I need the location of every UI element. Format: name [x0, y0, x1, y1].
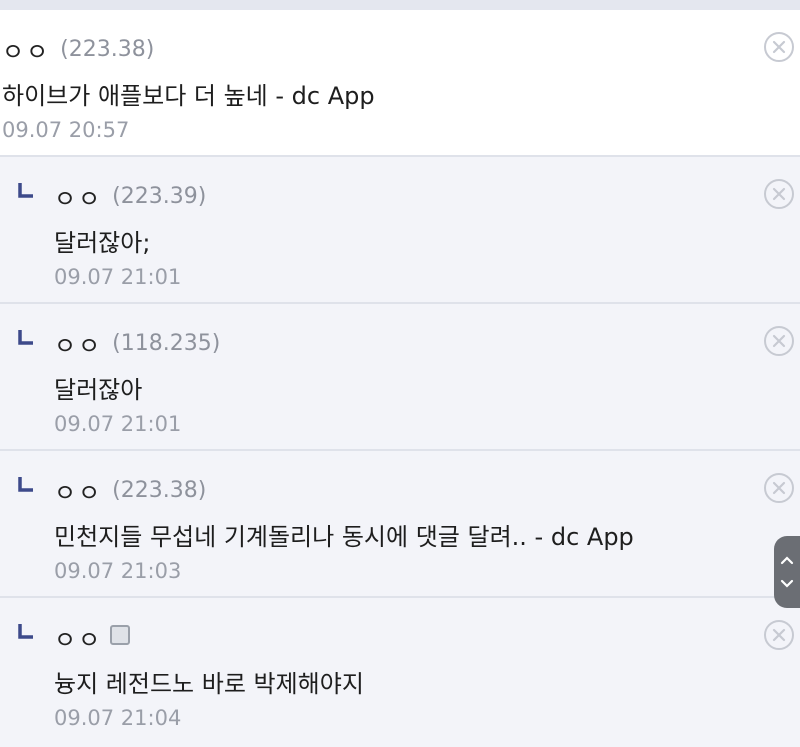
nickname[interactable]: ㅇㅇ	[54, 179, 102, 214]
comment-date: 09.07 21:04	[54, 706, 182, 730]
reply-item: ㅇㅇ 늉지 레전드노 바로 박제해야지 09.07 21:04	[0, 598, 800, 747]
nickname[interactable]: ㅇㅇ	[2, 32, 50, 67]
close-circle-icon[interactable]	[764, 32, 794, 62]
ip-address: (223.38)	[112, 478, 207, 503]
comment-header: ㅇㅇ (223.38)	[54, 473, 206, 508]
ip-address: (223.39)	[112, 184, 207, 209]
scroll-updown-button[interactable]	[774, 536, 800, 608]
comment-date: 09.07 21:01	[54, 265, 182, 289]
ip-address: (223.38)	[60, 37, 155, 62]
comment-header: ㅇㅇ	[54, 620, 131, 655]
comment-date: 09.07 21:03	[54, 559, 182, 583]
ip-address: (118.235)	[112, 331, 221, 356]
nickname[interactable]: ㅇㅇ	[54, 473, 102, 508]
comment-text: 달러잖아;	[54, 229, 151, 257]
comment-date: 09.07 21:01	[54, 412, 182, 436]
reply-item: ㅇㅇ (223.39) 달러잖아; 09.07 21:01	[0, 157, 800, 304]
reply-arrow-icon	[18, 624, 33, 639]
close-circle-icon[interactable]	[764, 326, 794, 356]
nickname[interactable]: ㅇㅇ	[54, 620, 102, 655]
scroll-updown-icon	[780, 556, 794, 588]
reply-item: ㅇㅇ (118.235) 달러잖아 09.07 21:01	[0, 304, 800, 451]
reply-arrow-icon	[18, 477, 33, 492]
comment-header: ㅇㅇ (223.38)	[2, 32, 154, 67]
reply-arrow-icon	[18, 183, 33, 198]
close-circle-icon[interactable]	[764, 620, 794, 650]
comment-item: ㅇㅇ (223.38) 하이브가 애플보다 더 높네 - dc App 09.0…	[0, 10, 800, 157]
comment-text: 하이브가 애플보다 더 높네 - dc App	[2, 82, 375, 110]
comment-text: 달러잖아	[54, 376, 143, 404]
comment-header: ㅇㅇ (223.39)	[54, 179, 206, 214]
comment-text: 민천지들 무섭네 기계돌리나 동시에 댓글 달려.. - dc App	[54, 523, 634, 551]
close-circle-icon[interactable]	[764, 473, 794, 503]
nickname[interactable]: ㅇㅇ	[54, 326, 102, 361]
comment-header: ㅇㅇ (118.235)	[54, 326, 220, 361]
reply-item: ㅇㅇ (223.38) 민천지들 무섭네 기계돌리나 동시에 댓글 달려.. -…	[0, 451, 800, 598]
member-badge-icon	[110, 624, 131, 645]
close-circle-icon[interactable]	[764, 179, 794, 209]
comment-date: 09.07 20:57	[2, 118, 130, 142]
reply-arrow-icon	[18, 330, 33, 345]
top-band	[0, 0, 800, 10]
comment-text: 늉지 레전드노 바로 박제해야지	[54, 670, 364, 698]
